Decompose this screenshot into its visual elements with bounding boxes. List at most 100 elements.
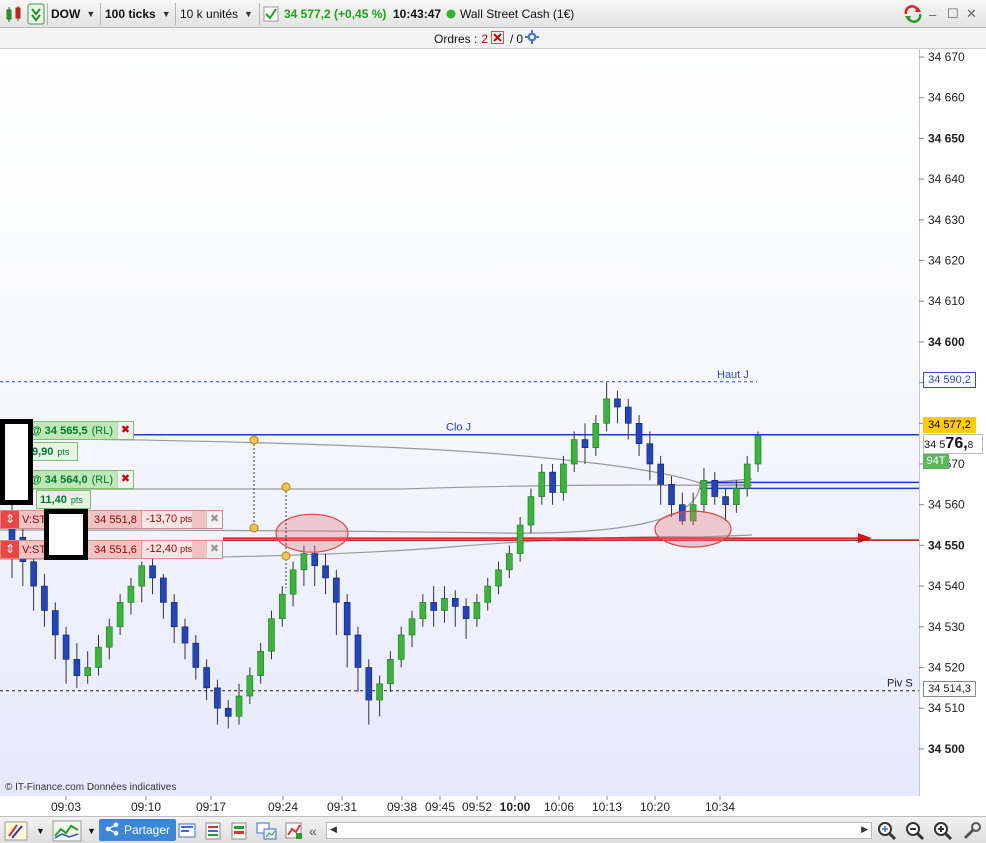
order-pts-unit: pts xyxy=(57,446,70,457)
maximize-icon[interactable]: ☐ xyxy=(947,0,959,28)
order-price: @ 34 565,5 xyxy=(31,424,88,437)
candle-down xyxy=(181,626,189,644)
stop-label: V:ST xyxy=(22,513,47,526)
positions-icon[interactable] xyxy=(230,817,250,843)
candle-up xyxy=(268,618,275,652)
candle-down xyxy=(668,484,675,506)
candle-down xyxy=(722,496,729,505)
orders-summary[interactable]: Ordres : 2 / 0 xyxy=(434,28,540,49)
settings-icon[interactable] xyxy=(962,817,982,843)
close-order-icon[interactable]: ✖ xyxy=(117,422,133,439)
candle-down xyxy=(333,577,340,603)
stop-label: V:ST xyxy=(22,543,47,556)
chevron-down-icon: ▼ xyxy=(86,9,96,19)
order-tag-stop-2[interactable]: ⇕ V:ST 34 551,6 -12,40 pts ✖ xyxy=(0,540,223,559)
price-chart[interactable]: Haut J Clo J Piv S 34 670 34 660 34 650 34 64… xyxy=(0,49,986,819)
units-label: 10 k unités xyxy=(180,7,239,21)
share-icon xyxy=(105,822,119,839)
y-tick-label: 34 670 xyxy=(928,50,965,64)
instrument-name: Wall Street Cash (1€) xyxy=(460,7,575,21)
candle-up xyxy=(754,435,762,465)
favorite-check-icon[interactable] xyxy=(263,0,279,28)
interval-select[interactable]: 100 ticks ▼ xyxy=(105,0,171,28)
chevron-down-icon[interactable]: ▼ xyxy=(87,817,96,843)
candle-down xyxy=(214,687,221,709)
candle-down xyxy=(614,398,621,408)
candle-up xyxy=(127,585,135,603)
order-type: (RL) xyxy=(91,473,113,486)
y-tick-label: 34 520 xyxy=(928,661,965,675)
drag-handle-icon[interactable]: ⇕ xyxy=(1,511,19,528)
draw-tools-icon[interactable] xyxy=(4,817,30,843)
scroll-right-icon[interactable]: ▶ xyxy=(861,824,868,835)
tick-counter: 94T xyxy=(923,454,949,469)
refresh-icon[interactable] xyxy=(903,0,923,28)
zoom-in-icon[interactable] xyxy=(932,817,954,843)
chart-list-icon[interactable] xyxy=(178,817,198,843)
chart-canvas: Haut J Clo J Piv S 34 670 34 660 34 650 34 64… xyxy=(0,50,965,814)
y-tick-label: 34 650 xyxy=(928,131,965,145)
horizontal-scrollbar[interactable]: ◀ ▶ xyxy=(326,822,872,839)
order-price: 34 551,6 xyxy=(94,543,137,556)
candle-up xyxy=(106,626,113,648)
candle-down xyxy=(549,471,556,493)
orders-list-icon[interactable] xyxy=(204,817,224,843)
x-tick-label: 09:52 xyxy=(462,800,492,814)
candle-up xyxy=(743,463,751,489)
candle-up xyxy=(387,659,394,685)
close-order-icon[interactable]: ✖ xyxy=(206,511,222,528)
candle-down xyxy=(73,659,81,676)
zoom-out-icon[interactable] xyxy=(904,817,926,843)
chevron-down-icon[interactable]: ▼ xyxy=(36,817,45,843)
alerts-icon[interactable] xyxy=(284,817,304,843)
trade-icon[interactable] xyxy=(27,0,45,28)
order-price: @ 34 564,0 xyxy=(31,473,88,486)
close-order-icon[interactable]: ✖ xyxy=(117,471,133,488)
y-tick-label: 34 510 xyxy=(928,701,965,715)
order-pts-value: -12,40 pts xyxy=(140,541,193,558)
compare-charts-icon[interactable] xyxy=(256,817,278,843)
anchor-point xyxy=(249,435,259,445)
x-tick-label: 10:34 xyxy=(705,800,735,814)
candle-up xyxy=(560,463,567,493)
x-tick-label: 09:38 xyxy=(387,800,417,814)
close-icon[interactable]: ✕ xyxy=(966,0,977,28)
orders-separator: / xyxy=(510,31,514,46)
order-tag-buy-1[interactable]: @ 34 565,5 (RL) ✖ xyxy=(28,421,134,440)
candle-down xyxy=(149,565,156,579)
order-tag-stop-1[interactable]: ⇕ V:ST 34 551,8 -13,70 pts ✖ xyxy=(0,510,223,529)
order-pts-buy-2: 11,40 pts xyxy=(36,490,91,509)
x-tick-label: 09:31 xyxy=(327,800,357,814)
candle-down xyxy=(635,422,643,444)
y-tick-label: 34 610 xyxy=(928,294,965,308)
units-select[interactable]: 10 k unités ▼ xyxy=(180,0,253,28)
share-button[interactable]: Partager xyxy=(99,819,177,841)
zoom-fit-icon[interactable] xyxy=(876,817,898,843)
redaction-box xyxy=(44,509,88,560)
scroll-start-icon[interactable]: « xyxy=(309,817,317,843)
orders-label: Ordres : xyxy=(434,31,478,46)
share-label: Partager xyxy=(124,823,171,837)
cancel-orders-icon[interactable] xyxy=(491,30,505,47)
close-order-icon[interactable]: ✖ xyxy=(206,541,222,558)
haut-j-label: Haut J xyxy=(717,369,749,381)
symbol-select[interactable]: DOW ▼ xyxy=(51,0,95,28)
drag-handle-icon[interactable]: ⇕ xyxy=(1,541,19,558)
x-tick-label: 10:00 xyxy=(500,800,531,814)
scroll-left-icon[interactable]: ◀ xyxy=(330,824,337,835)
candle-up xyxy=(484,585,492,603)
indicators-icon[interactable] xyxy=(52,817,82,843)
candlestick-icon[interactable] xyxy=(4,0,24,28)
gear-icon[interactable] xyxy=(525,30,540,47)
order-tag-buy-2[interactable]: @ 34 564,0 (RL) ✖ xyxy=(28,470,134,489)
candle-up xyxy=(278,593,286,619)
minimize-icon[interactable]: – xyxy=(929,0,936,28)
symbol-label: DOW xyxy=(51,7,81,21)
order-pts-value: -13,70 pts xyxy=(140,511,193,528)
candle-up xyxy=(246,675,254,697)
candle-up xyxy=(495,569,502,587)
candle-up xyxy=(376,683,383,701)
top-toolbar: DOW ▼ 100 ticks ▼ 10 k unités ▼ 34 577,2… xyxy=(0,0,986,28)
candle-down xyxy=(581,439,589,449)
x-tick-label: 09:45 xyxy=(425,800,455,814)
